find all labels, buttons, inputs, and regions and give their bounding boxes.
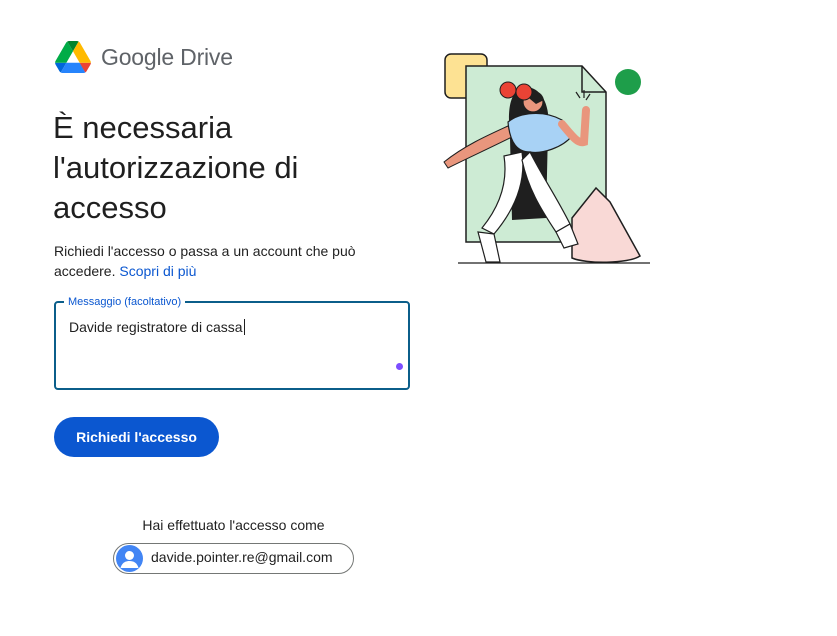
description: Richiedi l'accesso o passa a un account … [54,241,384,281]
google-drive-logo-icon [55,41,91,73]
brand-name: Google Drive [101,44,233,70]
account-avatar-icon [116,545,143,572]
input-assist-dot-icon [396,363,403,370]
message-field-value[interactable]: Davide registratore di cassa [69,317,245,337]
description-text: Richiedi l'accesso o passa a un account … [54,243,356,279]
message-textarea[interactable] [54,301,410,390]
message-text: Davide registratore di cassa [69,319,243,335]
access-request-illustration-icon [443,53,650,264]
learn-more-link[interactable]: Scopri di più [119,263,196,279]
message-field-label: Messaggio (facoltativo) [64,295,186,309]
account-email: davide.pointer.re@gmail.com [151,549,333,565]
text-caret [243,319,245,335]
page-title: È necessaria l'autorizzazione di accesso [53,110,299,225]
signed-in-label: Hai effettuato l'accesso come [142,517,325,533]
request-access-button[interactable]: Richiedi l'accesso [54,417,219,457]
